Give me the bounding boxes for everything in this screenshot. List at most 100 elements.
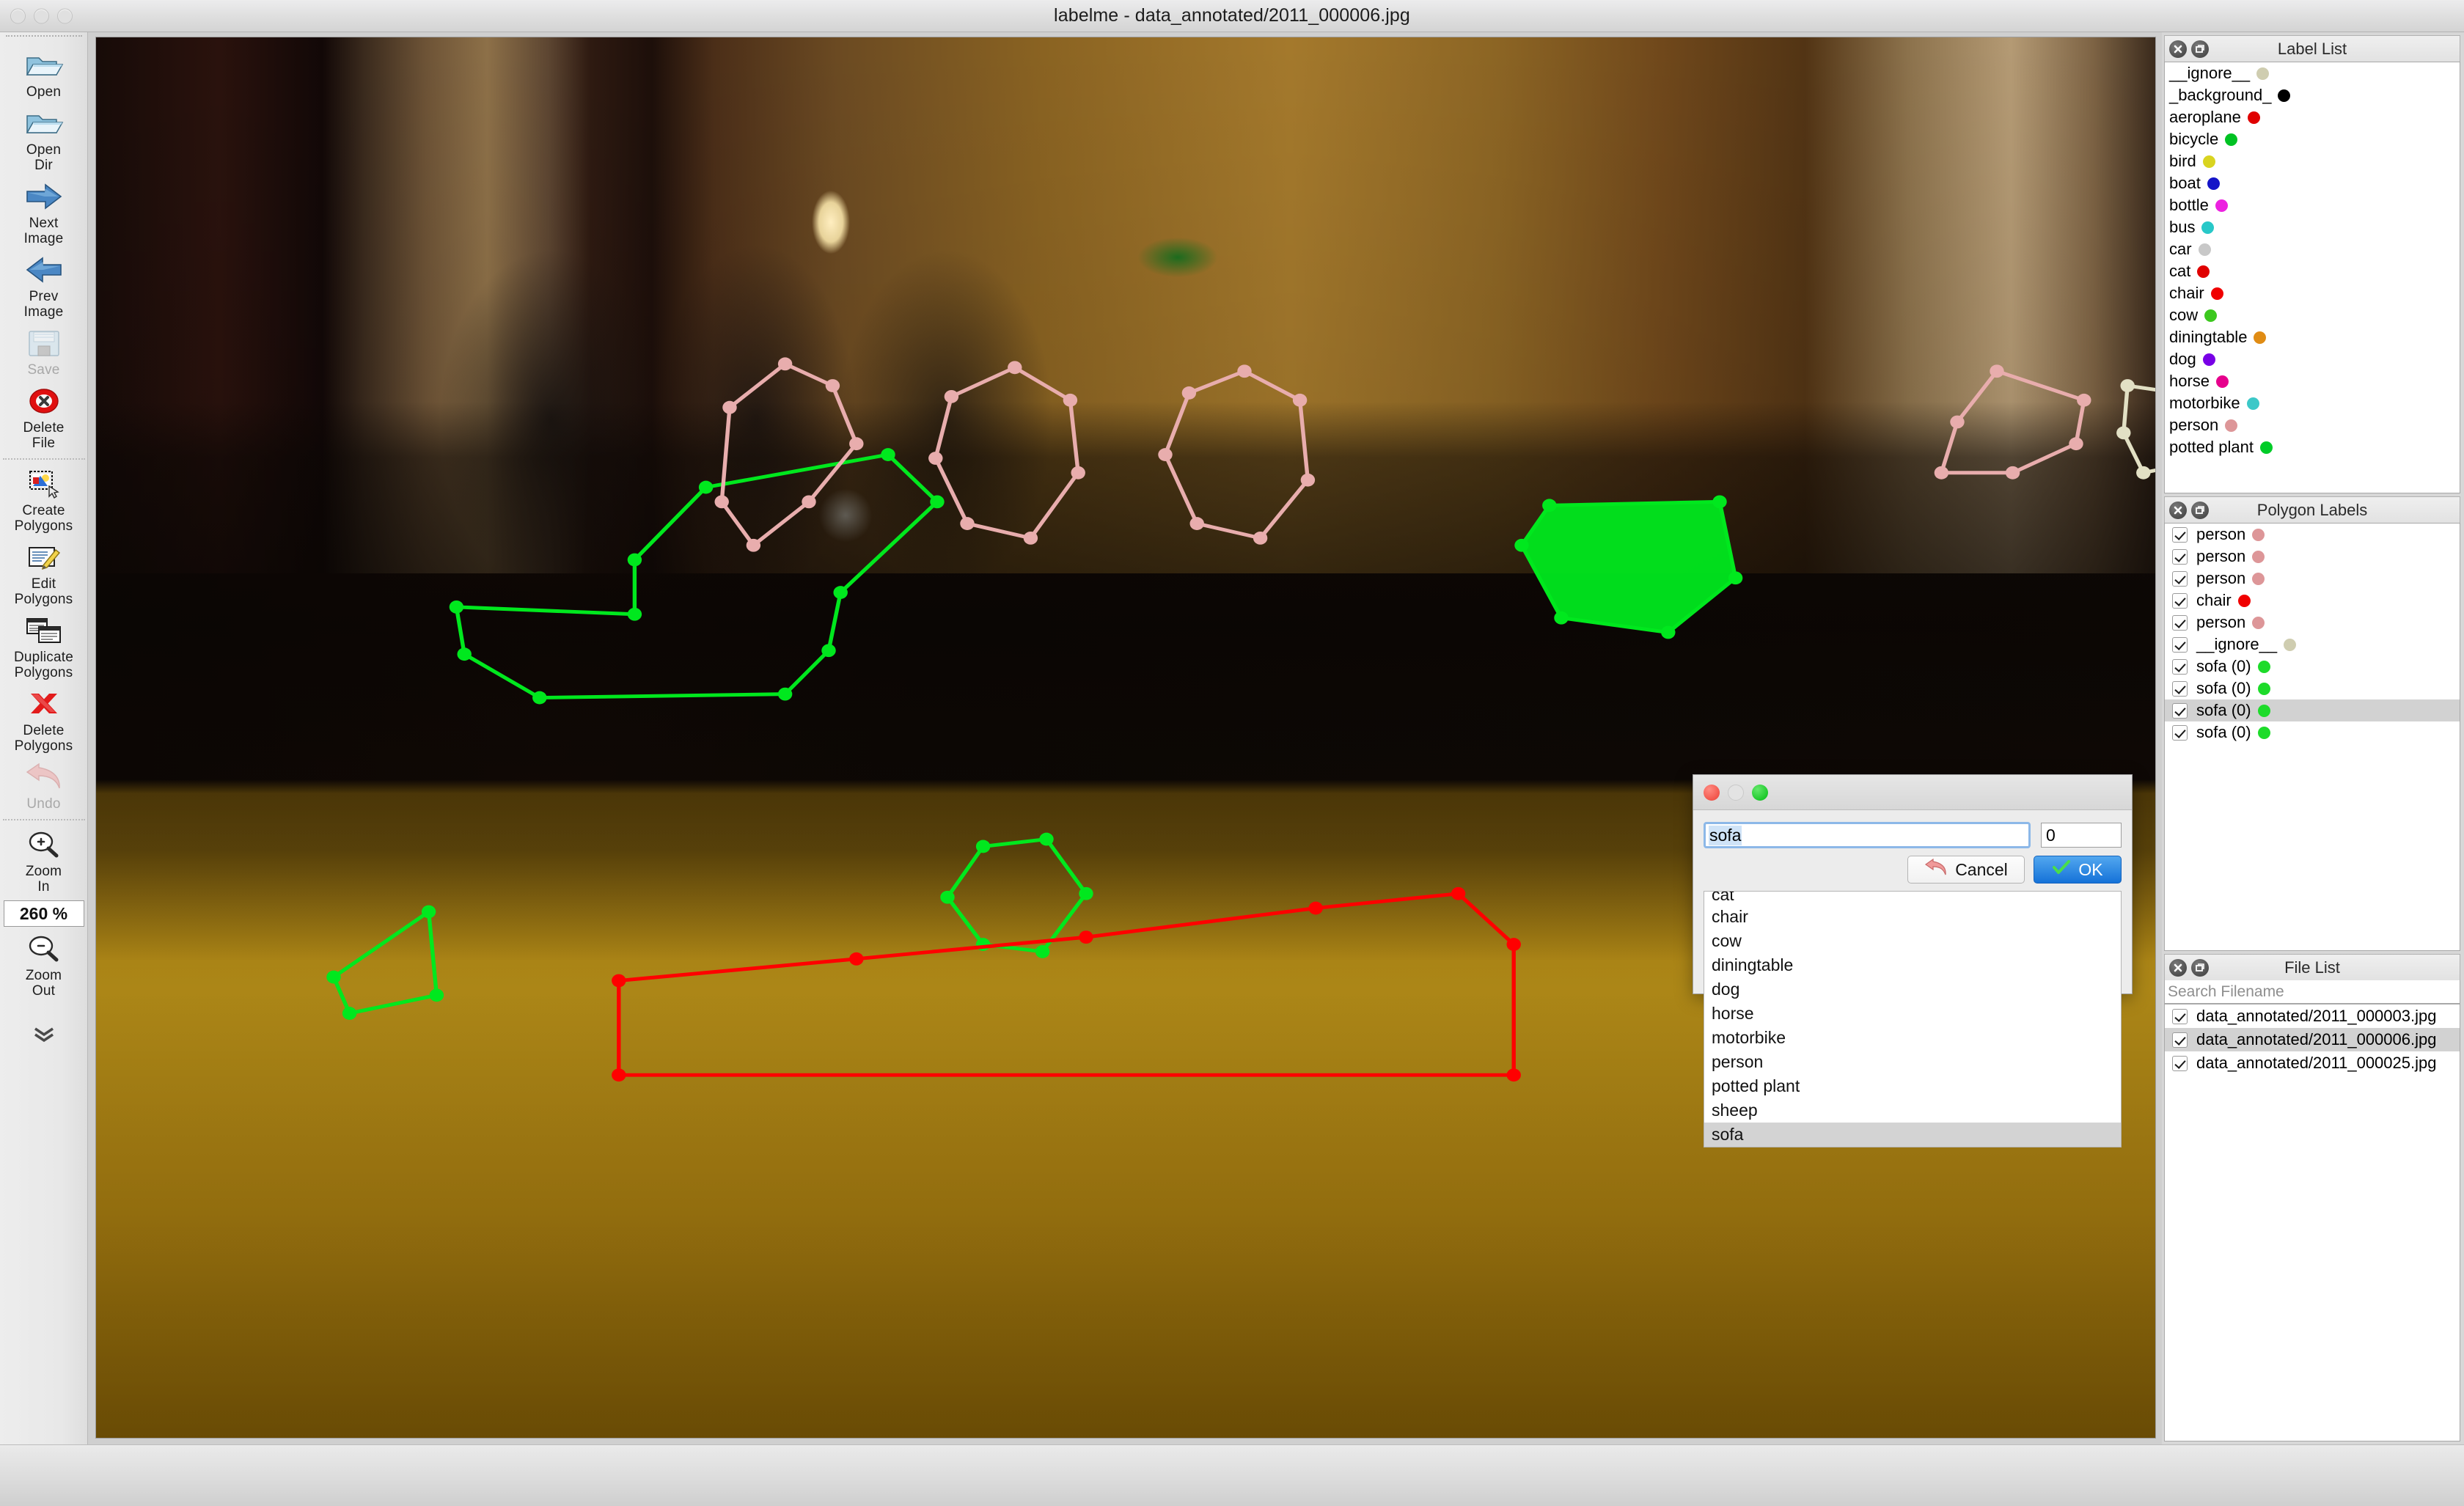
annotation-overlay[interactable]: [96, 37, 2155, 1438]
polygon-vertex-handle[interactable]: [1181, 386, 1197, 400]
polygon-vertex-handle[interactable]: [2005, 466, 2020, 480]
polygon-vertex-handle[interactable]: [944, 389, 959, 403]
label-suggestion-item[interactable]: cow: [1704, 929, 2121, 953]
polygon-vertex-handle[interactable]: [777, 357, 793, 371]
label-list-item[interactable]: horse: [2165, 370, 2460, 392]
polygon-vertex-handle[interactable]: [849, 952, 864, 966]
polygon-label-row[interactable]: person: [2165, 567, 2460, 589]
polygon-vertex-handle[interactable]: [326, 970, 341, 984]
polygon-vertex-handle[interactable]: [1237, 364, 1252, 378]
toolbar-button-create-polygons[interactable]: Create Polygons: [1, 464, 87, 537]
toolbar-button-undo[interactable]: Undo: [1, 757, 87, 815]
polygon-vertex-handle[interactable]: [722, 400, 737, 414]
annotation-polygon[interactable]: [2116, 379, 2155, 480]
polygon-label-row[interactable]: person: [2165, 524, 2460, 546]
label-list-item[interactable]: boat: [2165, 172, 2460, 194]
chevron-double-down-icon[interactable]: [29, 1024, 59, 1045]
polygon-visibility-checkbox[interactable]: [2172, 636, 2188, 653]
polygon-vertex-handle[interactable]: [1079, 930, 1093, 944]
polygon-visibility-checkbox[interactable]: [2172, 614, 2188, 631]
polygon-outline[interactable]: [331, 910, 439, 1015]
file-checkbox[interactable]: [2172, 1032, 2188, 1048]
polygon-vertex-handle[interactable]: [612, 1068, 626, 1082]
polygon-vertex-handle[interactable]: [1292, 393, 1308, 407]
annotation-polygon[interactable]: [1514, 495, 1743, 639]
toolbar-button-open-dir[interactable]: Open Dir: [1, 103, 87, 177]
file-list-undock-icon[interactable]: [2191, 958, 2209, 977]
file-list-content[interactable]: data_annotated/2011_000003.jpg data_annot…: [2164, 1004, 2460, 1441]
polygon-labels-content[interactable]: person person person chair person __ignore__ s…: [2164, 523, 2460, 951]
label-list-item[interactable]: cat: [2165, 260, 2460, 282]
label-list-item[interactable]: aeroplane: [2165, 106, 2460, 128]
label-list-item[interactable]: chair: [2165, 282, 2460, 304]
annotation-polygon[interactable]: [928, 361, 1085, 545]
polygon-vertex-handle[interactable]: [627, 553, 642, 567]
polygon-vertex-handle[interactable]: [1008, 361, 1022, 375]
toolbar-button-prev-image[interactable]: Prev Image: [1, 250, 87, 323]
label-suggestion-item[interactable]: cat: [1704, 892, 2121, 905]
polygon-vertex-handle[interactable]: [1661, 625, 1676, 639]
polygon-vertex-handle[interactable]: [1063, 393, 1078, 407]
toolbar-button-save[interactable]: Save: [1, 323, 87, 381]
polygon-vertex-handle[interactable]: [1451, 886, 1466, 900]
polygon-vertex-handle[interactable]: [1039, 832, 1054, 846]
polygon-vertex-handle[interactable]: [457, 647, 472, 661]
polygon-vertex-handle[interactable]: [2069, 437, 2083, 451]
window-close-button[interactable]: [10, 8, 26, 23]
polygon-visibility-checkbox[interactable]: [2172, 526, 2188, 543]
polygon-vertex-handle[interactable]: [627, 607, 642, 621]
dialog-close-button[interactable]: [1704, 784, 1720, 801]
polygon-vertex-handle[interactable]: [821, 644, 836, 658]
label-list-item[interactable]: potted plant: [2165, 436, 2460, 458]
polygon-vertex-handle[interactable]: [2116, 426, 2131, 440]
polygon-label-row[interactable]: sofa (0): [2165, 721, 2460, 743]
label-list-item[interactable]: motorbike: [2165, 392, 2460, 414]
file-list-close-icon[interactable]: [2169, 958, 2187, 977]
polygon-vertex-handle[interactable]: [746, 538, 761, 552]
polygon-vertex-handle[interactable]: [2136, 466, 2151, 480]
group-id-input[interactable]: 0: [2041, 823, 2122, 848]
label-suggestion-item[interactable]: motorbike: [1704, 1026, 2121, 1050]
ok-button[interactable]: OK: [2034, 856, 2122, 884]
polygon-vertex-handle[interactable]: [833, 586, 848, 599]
polygon-vertex-handle[interactable]: [1554, 611, 1569, 625]
polygon-label-row[interactable]: sofa (0): [2165, 655, 2460, 677]
label-suggestion-item[interactable]: potted plant: [1704, 1074, 2121, 1098]
polygon-vertex-handle[interactable]: [342, 1007, 357, 1020]
label-suggestion-item[interactable]: sofa: [1704, 1123, 2121, 1147]
polygon-vertex-handle[interactable]: [802, 495, 816, 509]
polygon-vertex-handle[interactable]: [825, 379, 840, 392]
polygon-vertex-handle[interactable]: [930, 495, 945, 509]
label-suggestion-item[interactable]: horse: [1704, 1002, 2121, 1026]
polygon-vertex-handle[interactable]: [1990, 364, 2004, 378]
label-list-item[interactable]: diningtable: [2165, 326, 2460, 348]
polygon-vertex-handle[interactable]: [928, 452, 943, 465]
annotation-polygon[interactable]: [1158, 364, 1316, 545]
polygon-label-row[interactable]: __ignore__: [2165, 633, 2460, 655]
polygon-vertex-handle[interactable]: [2120, 379, 2135, 392]
label-list-item[interactable]: __ignore__: [2165, 62, 2460, 84]
polygon-vertex-handle[interactable]: [2077, 393, 2091, 407]
polygon-vertex-handle[interactable]: [940, 890, 955, 904]
polygon-vertex-handle[interactable]: [1253, 531, 1268, 545]
cancel-button[interactable]: Cancel: [1907, 856, 2025, 884]
file-checkbox[interactable]: [2172, 1008, 2188, 1024]
label-list-item[interactable]: person: [2165, 414, 2460, 436]
annotation-polygon[interactable]: [326, 905, 444, 1020]
polygon-visibility-checkbox[interactable]: [2172, 658, 2188, 675]
label-list-item[interactable]: dog: [2165, 348, 2460, 370]
window-minimize-button[interactable]: [34, 8, 49, 23]
polygon-label-row[interactable]: chair: [2165, 589, 2460, 611]
polygon-vertex-handle[interactable]: [975, 840, 991, 853]
label-suggestion-item[interactable]: diningtable: [1704, 953, 2121, 977]
polygon-vertex-handle[interactable]: [960, 517, 975, 530]
polygon-vertex-handle[interactable]: [1071, 466, 1085, 480]
polygon-vertex-handle[interactable]: [1506, 1068, 1521, 1082]
label-suggestion-item[interactable]: person: [1704, 1050, 2121, 1074]
polygon-label-row[interactable]: sofa (0): [2165, 699, 2460, 721]
polygon-vertex-handle[interactable]: [1950, 415, 1965, 429]
window-maximize-button[interactable]: [57, 8, 73, 23]
polygon-outline[interactable]: [1519, 499, 1738, 634]
dialog-maximize-button[interactable]: [1752, 784, 1768, 801]
polygon-label-row[interactable]: sofa (0): [2165, 677, 2460, 699]
